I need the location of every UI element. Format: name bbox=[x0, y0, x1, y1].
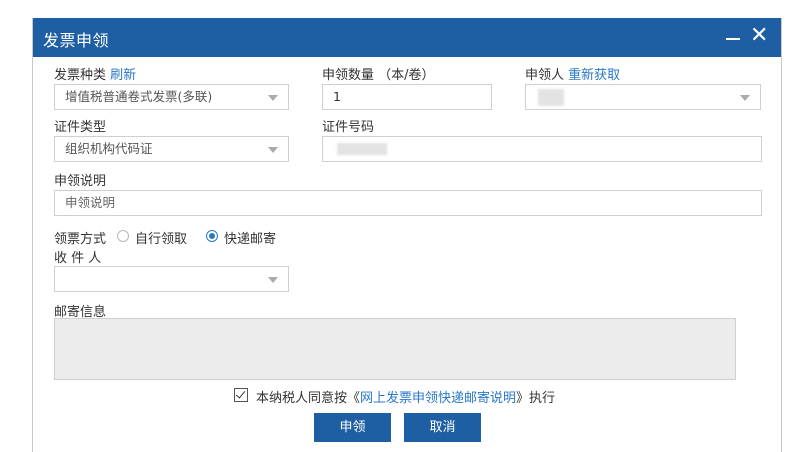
invoice-apply-dialog: 发票申领 ✕ 发票种类 刷新 增值税普通卷式发票(多联) 申领数量 （本/卷） … bbox=[32, 18, 782, 452]
apply-button[interactable]: 申领 bbox=[314, 413, 391, 442]
id-type-label: 证件类型 bbox=[54, 120, 107, 135]
invoice-type-label: 发票种类 bbox=[54, 68, 107, 83]
mail-terms-link[interactable]: 网上发票申领快递邮寄说明 bbox=[360, 391, 516, 406]
close-icon[interactable]: ✕ bbox=[750, 24, 768, 48]
applicant-label-group: 申领人 重新获取 bbox=[525, 64, 620, 83]
refresh-link[interactable]: 刷新 bbox=[110, 68, 136, 83]
chevron-down-icon bbox=[268, 95, 278, 101]
description-input[interactable]: 申领说明 bbox=[54, 190, 762, 216]
agreement-suffix: 》执行 bbox=[516, 391, 556, 406]
radio-self-pickup[interactable] bbox=[117, 230, 129, 242]
id-type-select[interactable]: 组织机构代码证 bbox=[54, 136, 289, 162]
recipient-select[interactable] bbox=[54, 266, 289, 292]
checkmark-icon bbox=[235, 388, 246, 399]
invoice-type-select[interactable]: 增值税普通卷式发票(多联) bbox=[54, 84, 289, 110]
quantity-input[interactable]: 1 bbox=[322, 84, 492, 110]
mail-info-textarea[interactable] bbox=[54, 318, 736, 380]
self-pickup-label[interactable]: 自行领取 bbox=[135, 228, 187, 247]
radio-dot bbox=[209, 233, 215, 239]
dialog-title: 发票申领 bbox=[43, 31, 110, 50]
quantity-label: 申领数量 （本/卷） bbox=[322, 68, 435, 83]
recipient-label: 收 件 人 bbox=[54, 251, 102, 266]
id-type-value: 组织机构代码证 bbox=[65, 141, 153, 156]
description-label: 申领说明 bbox=[54, 174, 107, 189]
description-placeholder: 申领说明 bbox=[65, 195, 116, 210]
express-mail-label[interactable]: 快递邮寄 bbox=[224, 228, 276, 247]
pickup-label: 领票方式 bbox=[54, 232, 107, 247]
applicant-redacted bbox=[538, 89, 564, 106]
chevron-down-icon bbox=[268, 147, 278, 153]
id-number-input[interactable] bbox=[322, 136, 762, 162]
id-number-label: 证件号码 bbox=[322, 120, 375, 135]
agreement-checkbox[interactable] bbox=[234, 388, 248, 402]
minimize-icon[interactable] bbox=[726, 38, 740, 40]
chevron-down-icon bbox=[268, 277, 278, 283]
radio-express-mail[interactable] bbox=[206, 230, 218, 242]
agreement-prefix: 本纳税人同意按《 bbox=[256, 391, 361, 406]
applicant-label: 申领人 bbox=[525, 68, 565, 83]
quantity-value: 1 bbox=[333, 89, 341, 104]
chevron-down-icon bbox=[740, 95, 750, 101]
dialog-titlebar: 发票申领 ✕ bbox=[33, 18, 781, 57]
agreement-text: 本纳税人同意按《网上发票申领快递邮寄说明》执行 bbox=[256, 387, 555, 406]
invoice-type-label-group: 发票种类 刷新 bbox=[54, 64, 136, 83]
invoice-type-value: 增值税普通卷式发票(多联) bbox=[65, 89, 213, 104]
refetch-link[interactable]: 重新获取 bbox=[568, 68, 620, 83]
applicant-select[interactable] bbox=[525, 84, 761, 110]
id-number-redacted bbox=[337, 143, 387, 155]
cancel-button[interactable]: 取消 bbox=[404, 413, 481, 442]
